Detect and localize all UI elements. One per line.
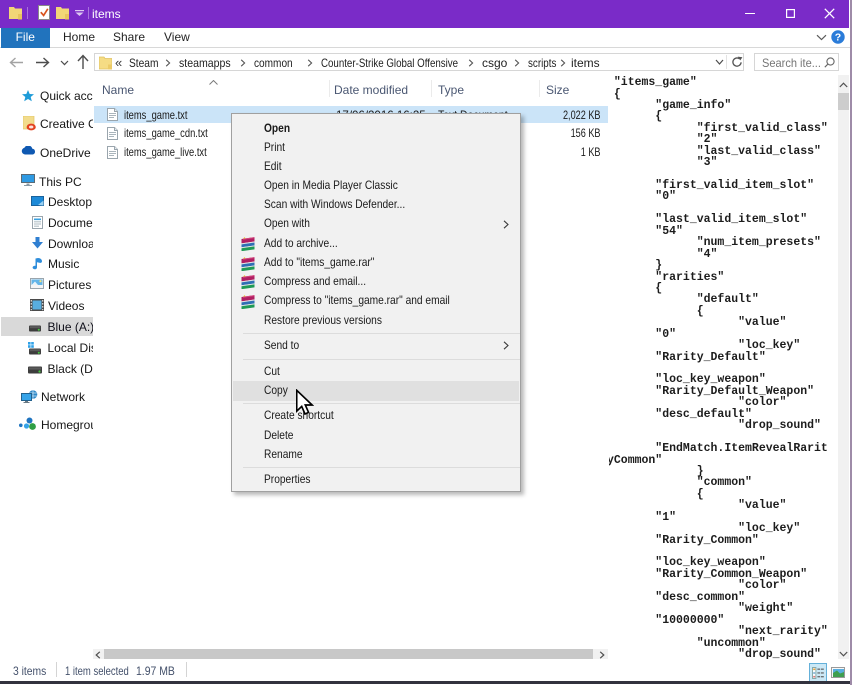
svg-text:?: ?	[835, 32, 841, 44]
